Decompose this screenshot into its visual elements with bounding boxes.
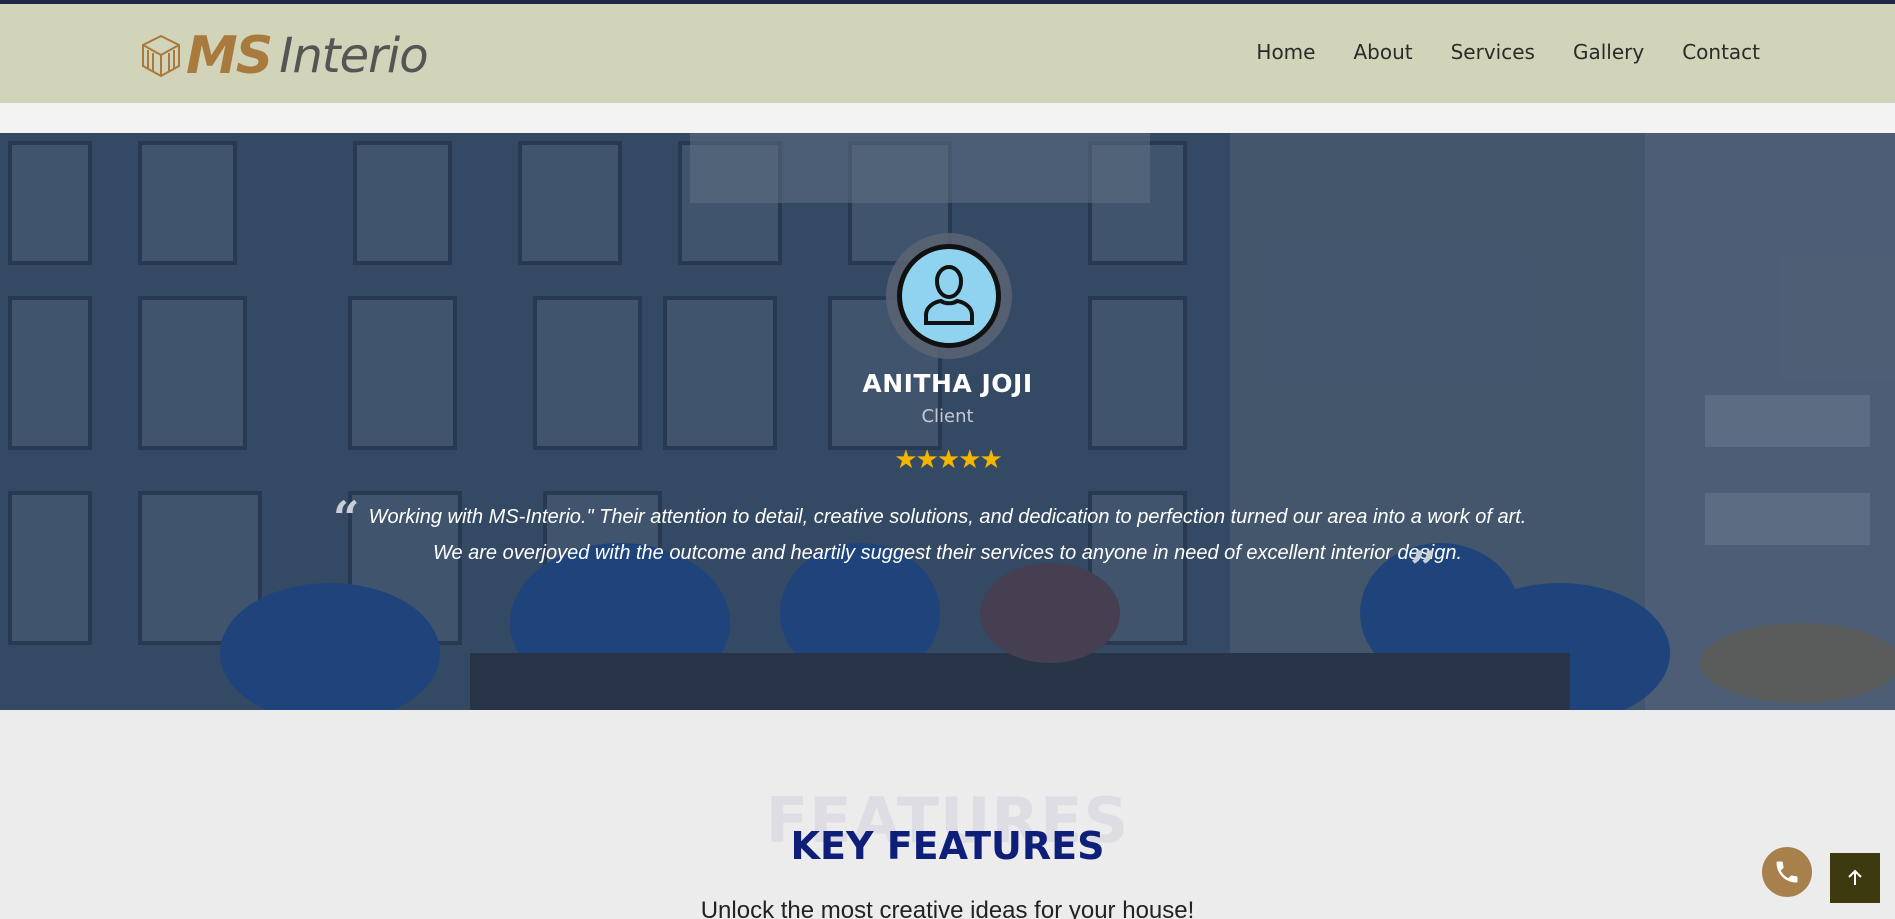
logo-cube-icon bbox=[142, 34, 180, 78]
user-icon bbox=[924, 265, 974, 325]
back-to-top-button[interactable] bbox=[1830, 853, 1880, 903]
quote-close-icon: ” bbox=[1410, 541, 1437, 595]
client-role: Client bbox=[921, 406, 974, 427]
testimonial-text: Working with MS-Interio." Their attentio… bbox=[368, 506, 1527, 564]
features-subtitle: Unlock the most creative ideas for your … bbox=[700, 897, 1195, 919]
avatar bbox=[886, 233, 1012, 359]
nav-home[interactable]: Home bbox=[1256, 40, 1315, 64]
call-button[interactable] bbox=[1762, 847, 1812, 897]
client-name: ANITHA JOJI bbox=[862, 369, 1033, 398]
main-nav: Home About Services Gallery Contact bbox=[1256, 40, 1760, 64]
nav-gallery[interactable]: Gallery bbox=[1573, 40, 1644, 64]
nav-services[interactable]: Services bbox=[1451, 40, 1535, 64]
quote-open-icon: “ bbox=[333, 491, 360, 545]
logo[interactable]: MS Interio bbox=[140, 26, 429, 86]
nav-contact[interactable]: Contact bbox=[1682, 40, 1760, 64]
arrow-up-icon bbox=[1848, 869, 1862, 885]
header-spacer bbox=[0, 103, 1895, 133]
testimonial-section: ANITHA JOJI Client ★★★★★ “ Working with … bbox=[0, 133, 1895, 710]
logo-interio-text: Interio bbox=[279, 28, 428, 84]
avatar-circle bbox=[897, 244, 1001, 348]
phone-icon bbox=[1776, 861, 1798, 883]
site-header: MS Interio Home About Services Gallery C… bbox=[0, 4, 1895, 103]
features-title: KEY FEATURES bbox=[790, 824, 1105, 868]
logo-ms-text: MS bbox=[186, 26, 273, 86]
nav-about[interactable]: About bbox=[1353, 40, 1412, 64]
star-rating: ★★★★★ bbox=[894, 445, 1003, 475]
